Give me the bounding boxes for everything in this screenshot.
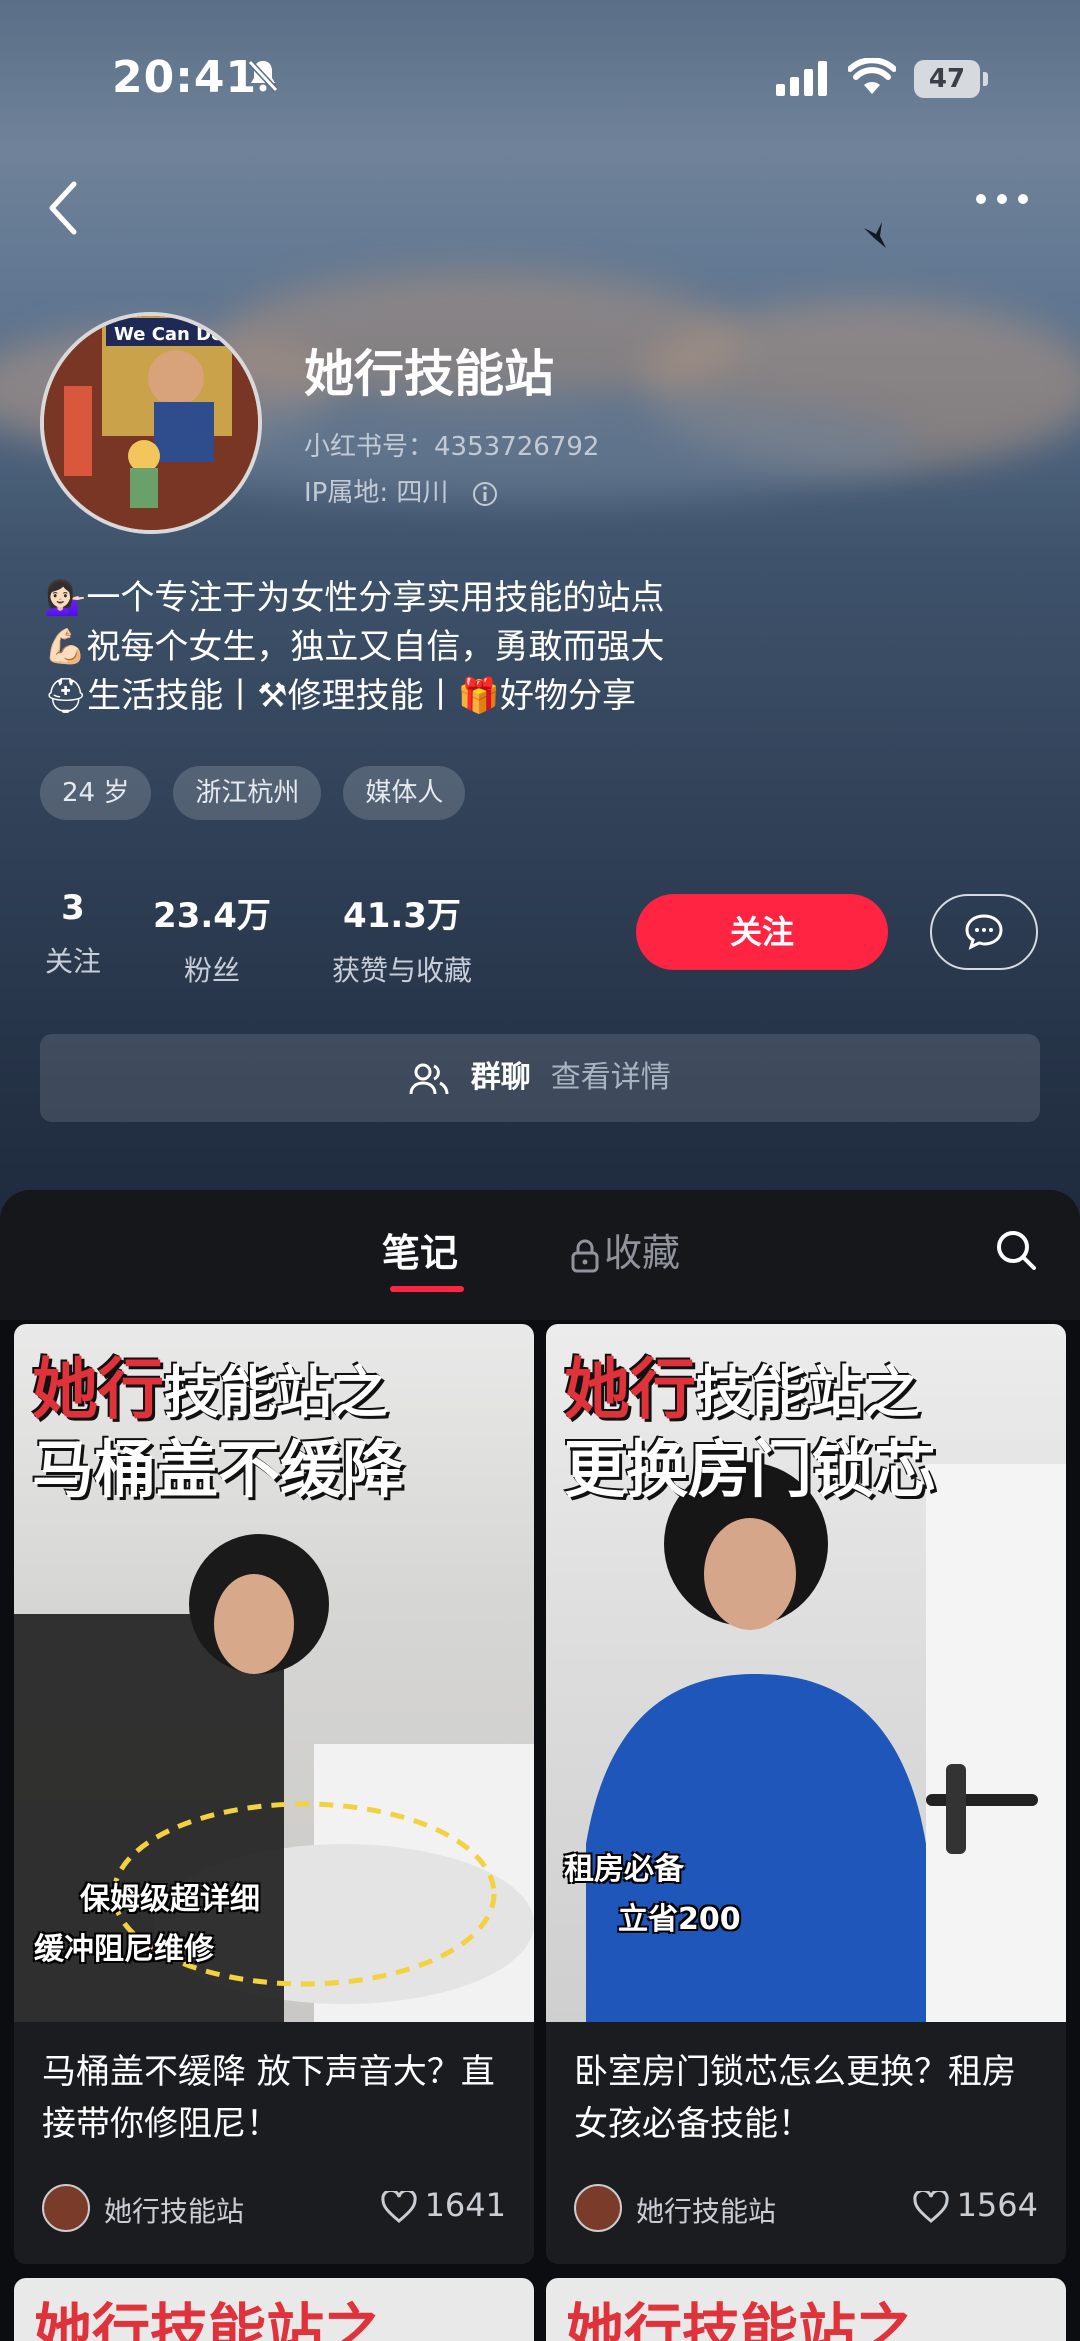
note-title[interactable]: 卧室房门锁芯怎么更换？租房女孩必备技能！ — [574, 2046, 1044, 2150]
message-button[interactable] — [930, 894, 1038, 970]
group-chat-detail: 查看详情 — [550, 1060, 671, 1095]
group-chat-label: 群聊 — [470, 1060, 531, 1095]
tools-icon: ⚒ — [257, 676, 288, 716]
chat-bubble-icon — [965, 914, 1003, 950]
note-cover-image[interactable]: 她行技能站之 更换房门锁芯 租房必备 立省200 — [546, 1324, 1066, 2022]
note-card-peek[interactable]: 她行技能站之 — [546, 2278, 1066, 2341]
bird-icon — [864, 222, 886, 248]
signal-icon — [776, 61, 827, 96]
lock-icon — [571, 1239, 599, 1272]
status-time: 20:41 — [112, 52, 258, 103]
like-count[interactable]: 1564 — [912, 2186, 1038, 2224]
note-cover-headline: 马桶盖不缓降 — [32, 1433, 405, 1506]
info-icon[interactable] — [471, 480, 499, 508]
battery-indicator: 47 — [914, 60, 980, 98]
tab-active-indicator — [390, 1286, 464, 1292]
tab-notes[interactable]: 笔记 — [382, 1222, 458, 1277]
heart-icon — [912, 2188, 949, 2223]
note-card-peek[interactable]: 她行技能站之 — [14, 2278, 534, 2341]
note-cover-headline: 更换房门锁芯 — [564, 1433, 937, 1506]
bio-line-3: ⛑生活技能丨⚒修理技能丨🎁好物分享 — [44, 676, 636, 716]
like-count[interactable]: 1641 — [380, 2186, 506, 2224]
follow-button[interactable]: 关注 — [636, 894, 888, 970]
heart-icon — [380, 2188, 417, 2223]
avatar-poster-text: We Can Do — [114, 324, 224, 345]
profile-name: 她行技能站 — [304, 345, 554, 403]
tag-location: 浙江杭州 — [173, 766, 322, 820]
note-cover-image[interactable]: 她行技能站之 马桶盖不缓降 保姆级超详细 缓冲阻尼维修 — [14, 1324, 534, 2022]
note-title[interactable]: 马桶盖不缓降 放下声音大？直接带你修阻尼！ — [42, 2046, 512, 2150]
stat-likes-collects[interactable]: 41.3万 获赞与收藏 — [322, 888, 482, 989]
red-id: 小红书号：4353726792 — [304, 432, 600, 462]
tag-occupation: 媒体人 — [343, 766, 466, 820]
silent-bell-icon — [247, 59, 279, 93]
ip-location: IP属地: 四川 — [304, 472, 499, 509]
woman-emoji-icon: 💁🏻‍♀️ — [44, 578, 87, 618]
tag-age: 24 岁 — [40, 766, 152, 820]
group-chat-bar[interactable]: 群聊 查看详情 — [40, 1034, 1040, 1122]
bio-line-1: 💁🏻‍♀️一个专注于为女性分享实用技能的站点 — [44, 578, 665, 618]
group-people-icon — [409, 1063, 449, 1094]
avatar[interactable]: We Can Do — [40, 312, 262, 534]
profile-bio: 💁🏻‍♀️一个专注于为女性分享实用技能的站点 💪🏻祝每个女生，独立又自信，勇敢而… — [44, 574, 664, 721]
author-avatar[interactable] — [42, 2184, 90, 2232]
stat-followers[interactable]: 23.4万 粉丝 — [144, 888, 280, 989]
author-avatar[interactable] — [574, 2184, 622, 2232]
stat-following[interactable]: 3 关注 — [38, 888, 108, 980]
rescue-helmet-icon: ⛑ — [44, 676, 88, 716]
author-name[interactable]: 她行技能站 — [636, 2190, 776, 2230]
wifi-icon — [848, 58, 896, 94]
battery-tip — [983, 72, 988, 86]
content-tabs — [0, 1190, 1080, 1320]
bio-line-2: 💪🏻祝每个女生，独立又自信，勇敢而强大 — [44, 627, 665, 667]
ip-location-text: IP属地: 四川 — [304, 478, 449, 508]
gift-icon: 🎁 — [457, 676, 500, 716]
flexed-bicep-icon: 💪🏻 — [44, 627, 87, 667]
status-bar: 20:41 47 — [0, 0, 1080, 160]
author-name[interactable]: 她行技能站 — [104, 2190, 244, 2230]
more-icon[interactable] — [974, 192, 1030, 206]
tab-favorites[interactable]: 收藏 — [570, 1222, 680, 1277]
note-card[interactable]: 她行技能站之 更换房门锁芯 租房必备 立省200 卧室房门锁芯怎么更换？租房女孩… — [546, 1324, 1066, 2264]
search-icon[interactable] — [994, 1228, 1038, 1272]
profile-tags: 24 岁 浙江杭州 媒体人 — [40, 766, 466, 820]
back-arrow-icon[interactable] — [48, 180, 78, 236]
note-card[interactable]: 她行技能站之 马桶盖不缓降 保姆级超详细 缓冲阻尼维修 马桶盖不缓降 放下声音大… — [14, 1324, 534, 2264]
